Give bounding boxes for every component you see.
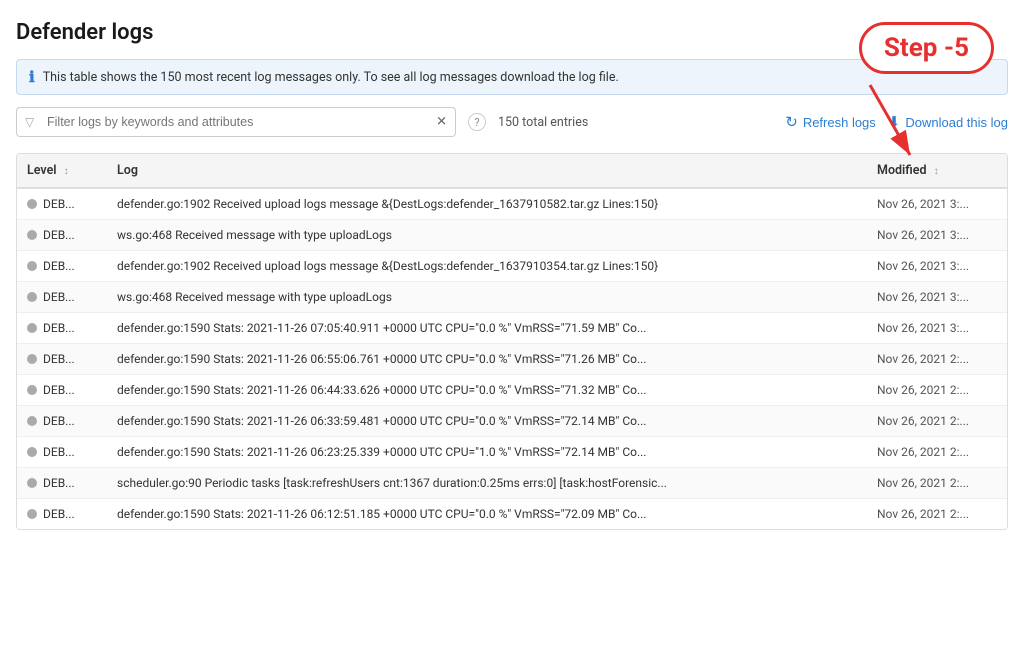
table-row[interactable]: DEB... defender.go:1590 Stats: 2021-11-26… — [17, 437, 1007, 468]
log-table-wrap: Level ↕ Log Modified ↕ DEB... defender.go… — [16, 153, 1008, 530]
level-dot — [27, 447, 37, 457]
info-icon: ℹ — [29, 68, 35, 86]
level-dot — [27, 416, 37, 426]
table-row[interactable]: DEB... ws.go:468 Received message with ty… — [17, 282, 1007, 313]
cell-log: scheduler.go:90 Periodic tasks [task:ref… — [107, 468, 867, 499]
level-dot — [27, 199, 37, 209]
cell-modified: Nov 26, 2021 2:... — [867, 344, 1007, 375]
cell-level: DEB... — [17, 375, 107, 406]
cell-modified: Nov 26, 2021 3:... — [867, 313, 1007, 344]
level-text: DEB... — [43, 259, 75, 273]
refresh-logs-button[interactable]: ↻ Refresh logs — [785, 113, 876, 131]
log-table: Level ↕ Log Modified ↕ DEB... defender.go… — [17, 154, 1007, 529]
level-dot — [27, 261, 37, 271]
level-text: DEB... — [43, 383, 75, 397]
table-row[interactable]: DEB... defender.go:1590 Stats: 2021-11-26… — [17, 344, 1007, 375]
table-row[interactable]: DEB... scheduler.go:90 Periodic tasks [ta… — [17, 468, 1007, 499]
level-dot — [27, 230, 37, 240]
help-icon[interactable]: ? — [468, 113, 486, 131]
info-bar: ℹ This table shows the 150 most recent l… — [16, 59, 1008, 95]
clear-filter-button[interactable]: ✕ — [436, 115, 447, 130]
cell-log: defender.go:1902 Received upload logs me… — [107, 251, 867, 282]
cell-modified: Nov 26, 2021 2:... — [867, 437, 1007, 468]
cell-log: defender.go:1590 Stats: 2021-11-26 06:55… — [107, 344, 867, 375]
level-text: DEB... — [43, 352, 75, 366]
col-header-modified[interactable]: Modified ↕ — [867, 154, 1007, 188]
level-text: DEB... — [43, 476, 75, 490]
level-text: DEB... — [43, 321, 75, 335]
info-message: This table shows the 150 most recent log… — [43, 70, 619, 85]
cell-level: DEB... — [17, 468, 107, 499]
cell-modified: Nov 26, 2021 2:... — [867, 499, 1007, 530]
page-title: Defender logs — [16, 20, 1008, 45]
filter-icon: ▽ — [25, 115, 34, 129]
cell-log: defender.go:1590 Stats: 2021-11-26 06:44… — [107, 375, 867, 406]
level-text: DEB... — [43, 414, 75, 428]
cell-level: DEB... — [17, 499, 107, 530]
cell-log: defender.go:1902 Received upload logs me… — [107, 188, 867, 220]
level-dot — [27, 323, 37, 333]
cell-modified: Nov 26, 2021 3:... — [867, 282, 1007, 313]
table-row[interactable]: DEB... defender.go:1590 Stats: 2021-11-26… — [17, 406, 1007, 437]
cell-modified: Nov 26, 2021 3:... — [867, 188, 1007, 220]
toolbar: ▽ ✕ ? 150 total entries ↻ Refresh logs ⬇… — [16, 107, 1008, 145]
cell-log: ws.go:468 Received message with type upl… — [107, 282, 867, 313]
level-dot — [27, 478, 37, 488]
cell-level: DEB... — [17, 251, 107, 282]
level-text: DEB... — [43, 507, 75, 521]
cell-level: DEB... — [17, 220, 107, 251]
level-dot — [27, 509, 37, 519]
level-text: DEB... — [43, 445, 75, 459]
cell-level: DEB... — [17, 313, 107, 344]
sort-level-icon: ↕ — [64, 166, 69, 177]
table-row[interactable]: DEB... defender.go:1902 Received upload l… — [17, 251, 1007, 282]
cell-level: DEB... — [17, 437, 107, 468]
level-dot — [27, 292, 37, 302]
level-text: DEB... — [43, 197, 75, 211]
table-row[interactable]: DEB... defender.go:1590 Stats: 2021-11-26… — [17, 499, 1007, 530]
cell-level: DEB... — [17, 406, 107, 437]
table-row[interactable]: DEB... defender.go:1590 Stats: 2021-11-26… — [17, 375, 1007, 406]
cell-modified: Nov 26, 2021 2:... — [867, 468, 1007, 499]
table-header-row: Level ↕ Log Modified ↕ — [17, 154, 1007, 188]
cell-log: ws.go:468 Received message with type upl… — [107, 220, 867, 251]
level-dot — [27, 354, 37, 364]
cell-modified: Nov 26, 2021 3:... — [867, 251, 1007, 282]
total-entries: 150 total entries — [498, 115, 588, 130]
cell-level: DEB... — [17, 188, 107, 220]
page-container: Step -5 Defender logs ℹ This table shows… — [0, 0, 1024, 672]
cell-modified: Nov 26, 2021 2:... — [867, 375, 1007, 406]
cell-log: defender.go:1590 Stats: 2021-11-26 06:12… — [107, 499, 867, 530]
sort-modified-icon: ↕ — [934, 166, 939, 177]
cell-log: defender.go:1590 Stats: 2021-11-26 07:05… — [107, 313, 867, 344]
cell-modified: Nov 26, 2021 2:... — [867, 406, 1007, 437]
download-label: Download this log — [905, 115, 1008, 130]
download-log-button[interactable]: ⬇ Download this log — [888, 113, 1008, 131]
filter-input-wrap: ▽ ✕ — [16, 107, 456, 137]
level-text: DEB... — [43, 228, 75, 242]
cell-log: defender.go:1590 Stats: 2021-11-26 06:23… — [107, 437, 867, 468]
cell-level: DEB... — [17, 344, 107, 375]
cell-log: defender.go:1590 Stats: 2021-11-26 06:33… — [107, 406, 867, 437]
level-dot — [27, 385, 37, 395]
table-row[interactable]: DEB... defender.go:1902 Received upload l… — [17, 188, 1007, 220]
level-text: DEB... — [43, 290, 75, 304]
download-icon: ⬇ — [888, 113, 901, 131]
col-header-level[interactable]: Level ↕ — [17, 154, 107, 188]
table-row[interactable]: DEB... defender.go:1590 Stats: 2021-11-26… — [17, 313, 1007, 344]
cell-modified: Nov 26, 2021 3:... — [867, 220, 1007, 251]
refresh-label: Refresh logs — [803, 115, 876, 130]
col-header-log: Log — [107, 154, 867, 188]
cell-level: DEB... — [17, 282, 107, 313]
refresh-icon: ↻ — [785, 113, 798, 131]
table-row[interactable]: DEB... ws.go:468 Received message with ty… — [17, 220, 1007, 251]
filter-input[interactable] — [16, 107, 456, 137]
